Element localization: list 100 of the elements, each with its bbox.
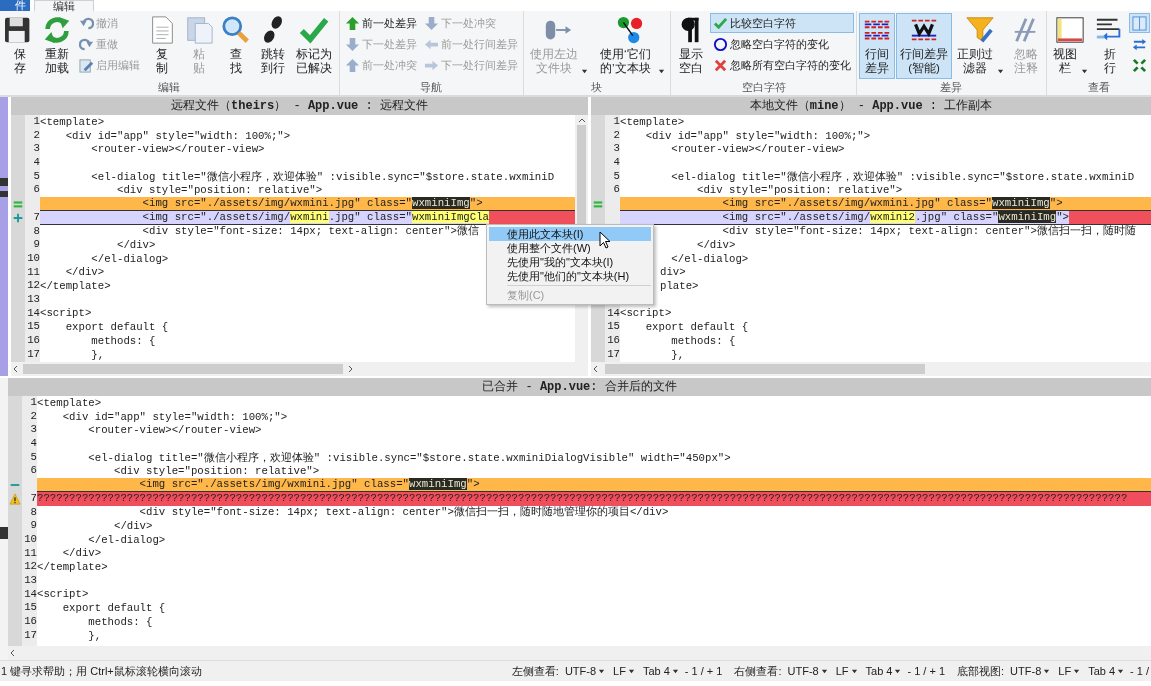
caret-icon: [671, 667, 679, 675]
line-number: 16: [607, 334, 620, 346]
ribbon-button[interactable]: 视图栏: [1048, 13, 1091, 79]
ribbon-button[interactable]: 标记为已解决: [292, 13, 337, 79]
caret-icon: [894, 667, 902, 675]
ribbon-button[interactable]: 使用‘它们的’文本块: [591, 13, 668, 79]
code-line: <router-view></router-view>: [670, 143, 845, 156]
line-number: 4: [613, 156, 620, 169]
code-line: <div id="app" style="width: 100%;">: [644, 129, 871, 142]
tab-size-dropdown[interactable]: Tab 4: [863, 665, 904, 677]
mouse-pointer-icon: [599, 231, 611, 249]
encoding-dropdown[interactable]: UTF-8: [785, 665, 830, 677]
line-number: 1: [613, 115, 620, 127]
change-count: - 1 / + 1: [907, 665, 946, 677]
scroll-thumb[interactable]: [23, 364, 343, 374]
code-line: <div id="app" style="width: 100%;">: [64, 129, 291, 142]
ribbon-tab[interactable]: 编辑: [34, 0, 94, 11]
line-number: 1: [33, 115, 40, 127]
horizontal-scrollbar[interactable]: [591, 362, 1151, 376]
ribbon-button[interactable]: 保存: [2, 13, 38, 79]
arrow-up-icon: [344, 15, 360, 31]
menu-item[interactable]: 使用此文本块(I): [489, 227, 651, 241]
line-number: 8: [33, 224, 40, 237]
ribbon-button[interactable]: 重新加载: [39, 13, 75, 79]
code-line: <img src="./assets/img/wxmini.jpg" class="wxminiImg">: [141, 197, 483, 210]
ribbon-button[interactable]: 行间差异(智能): [896, 13, 952, 79]
ribbon-button[interactable]: 查找: [218, 13, 254, 79]
line-number: 4: [33, 156, 40, 169]
menu-item[interactable]: 先使用"他们的"文本块(H): [489, 269, 651, 283]
circle-icon: [713, 36, 728, 52]
horizontal-scrollbar[interactable]: [8, 646, 1151, 660]
ribbon-icon-button[interactable]: [1128, 13, 1150, 33]
line-number: 17: [607, 347, 620, 360]
ribbon-button[interactable]: 忽略所有空白字符的变化: [710, 55, 854, 75]
group-label: 导航: [419, 80, 443, 95]
caret-icon: [1043, 667, 1051, 675]
line-number: 16: [24, 615, 37, 627]
scroll-thumb[interactable]: [605, 364, 925, 374]
arrow-down-icon: [344, 36, 360, 52]
ribbon-button[interactable]: 跳转到行: [255, 13, 291, 79]
caret-icon: [850, 667, 858, 675]
caret-icon: [1117, 667, 1125, 675]
line-number: 17: [27, 347, 40, 360]
refresh-arrows-icon: [42, 15, 72, 45]
caret-icon: [627, 667, 635, 675]
line-number: 13: [27, 292, 40, 305]
code-line: <div style="font-size: 14px; text-align: center">微信: [141, 225, 479, 238]
cross-icon: [713, 57, 728, 73]
encoding-dropdown[interactable]: UTF-8: [562, 665, 608, 677]
code-line: },: [87, 629, 102, 642]
line-number: 10: [24, 532, 37, 545]
code-line: <template>: [40, 115, 105, 128]
view-label: 左侧查看:: [511, 663, 559, 679]
checkmark-icon: [299, 15, 330, 45]
ribbon-button[interactable]: 显示空白: [673, 13, 709, 79]
code-line: </el-dialog>: [670, 252, 749, 265]
encoding-dropdown[interactable]: UTF-8: [1008, 665, 1053, 677]
line-number: 9: [30, 519, 37, 532]
caret-icon: [820, 667, 828, 675]
code-line: methods: {: [90, 334, 156, 347]
line-number: 6: [613, 183, 620, 196]
location-bar[interactable]: [0, 97, 8, 660]
code-line: <router-view></router-view>: [90, 143, 265, 156]
code-line: <template>: [37, 396, 102, 409]
line-number: 15: [24, 601, 37, 614]
line-ending-dropdown[interactable]: LF: [611, 665, 637, 677]
group-label: 编辑: [157, 80, 182, 95]
ribbon-button[interactable]: 正则过滤器: [953, 13, 1007, 79]
line-number: 17: [24, 628, 37, 641]
line-number: 8: [30, 505, 37, 518]
search-icon: [221, 15, 251, 45]
code-line: methods: {: [87, 615, 153, 628]
collapse-arrows-icon: [1131, 57, 1147, 73]
code-line: </div>: [695, 239, 736, 252]
undo-arrow-icon: [79, 15, 94, 31]
line-number: 6: [30, 464, 37, 477]
line-ending-dropdown[interactable]: LF: [833, 665, 860, 677]
ribbon-tab[interactable]: 件: [0, 0, 30, 11]
menu-item[interactable]: 使用整个文件(W): [489, 241, 651, 255]
ribbon-button[interactable]: 复制: [144, 13, 180, 79]
ribbon-button[interactable]: 忽略空白字符的变化: [710, 34, 854, 54]
line-number: 13: [24, 573, 37, 586]
plus-icon: [12, 211, 24, 224]
code-line: <el-dialog title="微信小程序，欢迎体验" :visible.sync="$store.state.wxminiD: [670, 170, 1135, 183]
line-number: 16: [27, 334, 40, 346]
ribbon-button[interactable]: 前一处差异: [341, 13, 420, 33]
line-number: 14: [24, 587, 37, 600]
code-line: <template>: [620, 115, 685, 128]
code-line: </template>: [40, 280, 111, 293]
ribbon-button[interactable]: 比较空白字符: [710, 13, 854, 33]
code-line: <script>: [40, 307, 92, 320]
tab-size-dropdown[interactable]: Tab 4: [1086, 665, 1127, 677]
tab-size-dropdown[interactable]: Tab 4: [640, 665, 681, 677]
ribbon-button[interactable]: 折行: [1091, 13, 1128, 79]
horizontal-scrollbar[interactable]: [11, 362, 588, 376]
menu-item[interactable]: 先使用"我的"文本块(I): [489, 255, 651, 269]
ribbon-button[interactable]: 行间差异: [859, 13, 895, 79]
code-line: </div>: [64, 266, 105, 279]
line-ending-dropdown[interactable]: LF: [1056, 665, 1083, 677]
warning-icon: [9, 492, 21, 505]
